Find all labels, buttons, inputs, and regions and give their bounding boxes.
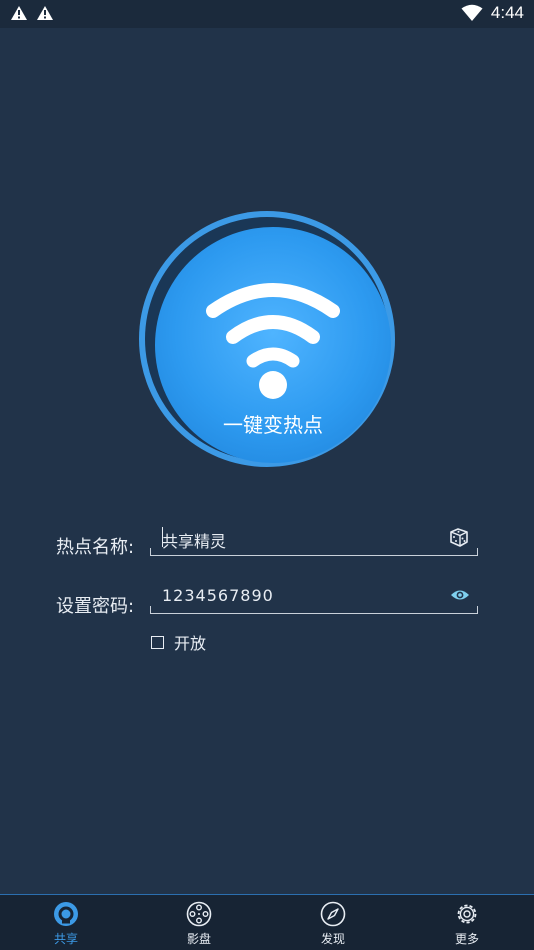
eye-icon[interactable] [450,587,470,606]
status-notifications [10,5,54,21]
warning-icon [37,6,53,20]
hotspot-name-underline [150,548,478,556]
nav-item-disk[interactable]: 影盘 [164,901,234,947]
open-checkbox[interactable]: 开放 [151,630,206,654]
status-system: 4:44 [461,3,524,23]
hotspot-label: 一键变热点 [223,413,323,437]
hotspot-ring: 一键变热点 [145,217,391,463]
hotspot-toggle-button[interactable]: 一键变热点 [139,211,395,467]
nav-item-share[interactable]: 共享 [31,901,101,947]
bottom-nav: 共享 影盘 发现 更多 [0,894,534,950]
share-icon [54,902,78,926]
status-time: 4:44 [490,3,524,22]
nav-label-more: 更多 [454,932,479,946]
nav-label-share: 共享 [53,932,78,946]
checkbox-box[interactable] [151,635,164,649]
status-bar: 4:44 [0,0,534,28]
password-value: 1234567890 [162,586,274,605]
password-field[interactable]: 1234567890 [150,582,478,614]
nav-item-discover[interactable]: 发现 [298,901,368,947]
wifi-signal-icon [461,4,483,21]
nav-label-disk: 影盘 [186,932,211,946]
nav-item-more[interactable]: 更多 [432,901,502,947]
hotspot-name-label: 热点名称: [56,537,135,558]
gear-icon [457,904,477,924]
open-checkbox-label: 开放 [174,634,207,653]
nav-label-discover: 发现 [320,932,345,946]
wifi-icon [206,283,340,399]
film-reel-icon [186,901,212,927]
compass-icon [320,901,346,927]
hotspot-inner: 一键变热点 [155,227,391,463]
password-label: 设置密码: [56,596,135,617]
warning-icon [11,6,27,20]
password-underline [150,606,478,614]
hotspot-name-field[interactable]: 共享精灵 [150,524,478,556]
